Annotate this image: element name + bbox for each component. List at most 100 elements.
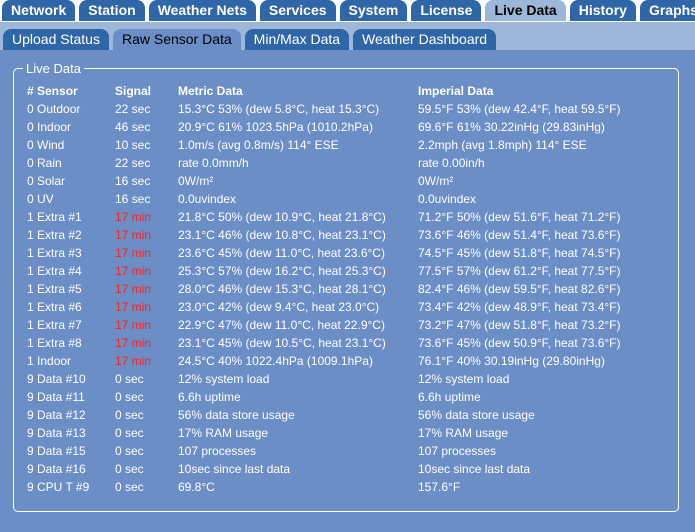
table-row: 0 Wind 10 sec 1.0m/s (avg 0.8m/s) 114° ESE…	[27, 136, 648, 154]
signal-cell: 17 min	[115, 228, 152, 242]
table-row: 0 Outdoor 22 sec 15.3°C 53% (dew 5.8°C, he…	[27, 100, 648, 118]
signal-cell: 46 sec	[115, 120, 151, 134]
imperial-cell: 73.2°F 47% (dew 51.8°F, heat 73.2°F)	[418, 318, 621, 332]
tab-live-data[interactable]: Live Data	[485, 0, 566, 21]
signal-cell: 17 min	[115, 264, 152, 278]
imperial-cell: 2.2mph (avg 1.8mph) 114° ESE	[418, 138, 587, 152]
imperial-cell: 107 processes	[418, 444, 497, 458]
sensor-cell: 1 Extra #5	[27, 282, 82, 296]
metric-cell: 23.6°C 45% (dew 11.0°C, heat 23.6°C)	[178, 246, 385, 260]
table-row: 9 CPU T #9 0 sec 69.8°C 157.6°F	[27, 478, 648, 496]
metric-cell: 23.1°C 46% (dew 10.8°C, heat 23.1°C)	[178, 228, 386, 242]
table-row: 9 Data #15 0 sec 107 processes 107 processe…	[27, 442, 648, 460]
imperial-cell: 73.6°F 46% (dew 51.4°F, heat 73.6°F)	[418, 228, 621, 242]
table-row: 0 Solar 16 sec 0W/m² 0W/m²	[27, 172, 648, 190]
sub-tab-bar: Upload Status Raw Sensor Data Min/Max Data…	[0, 22, 695, 50]
table-row: 9 Data #10 0 sec 12% system load 12% system…	[27, 370, 648, 388]
sensor-cell: 1 Extra #6	[27, 300, 82, 314]
imperial-cell: 10sec since last data	[418, 462, 531, 476]
imperial-cell: 77.5°F 57% (dew 61.2°F, heat 77.5°F)	[418, 264, 621, 278]
sensor-cell: 0 Solar	[27, 174, 66, 188]
sensor-cell: 1 Indoor	[27, 354, 72, 368]
metric-cell: 107 processes	[178, 444, 257, 458]
main-tab-bar: Network Station Weather Nets Services System…	[0, 0, 695, 22]
signal-cell: 17 min	[115, 354, 152, 368]
metric-cell: 23.1°C 45% (dew 10.5°C, heat 23.1°C)	[178, 336, 386, 350]
sensor-cell: 0 Outdoor	[27, 102, 81, 116]
metric-cell: 23.0°C 42% (dew 9.4°C, heat 23.0°C)	[178, 300, 380, 314]
metric-cell: 20.9°C 61% 1023.5hPa (1010.2hPa)	[178, 120, 373, 134]
table-row: 1 Extra #6 17 min 23.0°C 42% (dew 9.4°C, h…	[27, 298, 648, 316]
tab-history[interactable]: History	[569, 0, 636, 21]
metric-cell: 0.0uvindex	[178, 192, 237, 206]
imperial-cell: 71.2°F 50% (dew 51.6°F, heat 71.2°F)	[418, 210, 621, 224]
sensor-cell: 0 UV	[27, 192, 54, 206]
imperial-cell: 0.0uvindex	[418, 192, 477, 206]
tab-system[interactable]: System	[339, 0, 408, 21]
signal-cell: 16 sec	[115, 174, 151, 188]
sensor-cell: 9 Data #12	[27, 408, 86, 422]
table-row: 1 Extra #1 17 min 21.8°C 50% (dew 10.9°C, …	[27, 208, 648, 226]
sensor-cell: 1 Extra #3	[27, 246, 82, 260]
tab-station[interactable]: Station	[79, 0, 145, 21]
imperial-cell: 74.5°F 45% (dew 51.8°F, heat 74.5°F)	[418, 246, 621, 260]
sensor-cell: 1 Extra #1	[27, 210, 82, 224]
table-row: 1 Indoor 17 min 24.5°C 40% 1022.4hPa (1009…	[27, 352, 648, 370]
table-row: 1 Extra #4 17 min 25.3°C 57% (dew 16.2°C, …	[27, 262, 648, 280]
imperial-cell: 76.1°F 40% 30.19inHg (29.80inHg)	[418, 354, 605, 368]
subtab-min-max-data[interactable]: Min/Max Data	[244, 29, 350, 50]
tab-network[interactable]: Network	[2, 0, 76, 21]
metric-cell: 1.0m/s (avg 0.8m/s) 114° ESE	[178, 138, 339, 152]
sensor-cell: 9 Data #13	[27, 426, 86, 440]
imperial-cell: 56% data store usage	[418, 408, 535, 422]
signal-cell: 17 min	[115, 318, 152, 332]
metric-cell: 24.5°C 40% 1022.4hPa (1009.1hPa)	[178, 354, 373, 368]
table-row: 1 Extra #7 17 min 22.9°C 47% (dew 11.0°C, …	[27, 316, 648, 334]
metric-cell: 25.3°C 57% (dew 16.2°C, heat 25.3°C)	[178, 264, 386, 278]
imperial-cell: rate 0.00in/h	[418, 156, 485, 170]
sensor-cell: 9 Data #16	[27, 462, 86, 476]
metric-cell: 15.3°C 53% (dew 5.8°C, heat 15.3°C)	[178, 102, 380, 116]
table-row: 9 Data #12 0 sec 56% data store usage 56% d…	[27, 406, 648, 424]
sub-tabs: Upload Status Raw Sensor Data Min/Max Data…	[3, 29, 497, 50]
sensor-cell: 1 Extra #2	[27, 228, 82, 242]
table-row: 0 Rain 22 sec rate 0.0mm/h rate 0.00in/h	[27, 154, 648, 172]
imperial-cell: 73.4°F 42% (dew 48.9°F, heat 73.4°F)	[418, 300, 621, 314]
table-row: 1 Extra #5 17 min 28.0°C 46% (dew 15.3°C, …	[27, 280, 648, 298]
subtab-weather-dashboard[interactable]: Weather Dashboard	[353, 29, 497, 50]
metric-cell: 10sec since last data	[178, 462, 291, 476]
metric-cell: 0W/m²	[178, 174, 214, 188]
metric-cell: 56% data store usage	[178, 408, 295, 422]
signal-cell: 17 min	[115, 282, 152, 296]
header-metric: Metric Data	[178, 84, 243, 98]
table-row: 1 Extra #2 17 min 23.1°C 46% (dew 10.8°C, …	[27, 226, 648, 244]
imperial-cell: 82.4°F 46% (dew 59.5°F, heat 82.6°F)	[418, 282, 621, 296]
imperial-cell: 59.5°F 53% (dew 42.4°F, heat 59.5°F)	[418, 102, 621, 116]
metric-cell: 6.6h uptime	[178, 390, 241, 404]
tab-weather-nets[interactable]: Weather Nets	[148, 0, 256, 21]
signal-cell: 0 sec	[115, 372, 144, 386]
imperial-cell: 69.6°F 61% 30.22inHg (29.83inHg)	[418, 120, 605, 134]
table-row: 9 Data #16 0 sec 10sec since last data 10se…	[27, 460, 648, 478]
signal-cell: 0 sec	[115, 408, 144, 422]
signal-cell: 22 sec	[115, 156, 151, 170]
sensor-cell: 9 Data #10	[27, 372, 86, 386]
signal-cell: 0 sec	[115, 444, 144, 458]
subtab-raw-sensor-data[interactable]: Raw Sensor Data	[112, 29, 241, 50]
metric-cell: 12% system load	[178, 372, 270, 386]
sensor-cell: 1 Extra #8	[27, 336, 82, 350]
tab-graphs[interactable]: Graphs	[639, 0, 695, 21]
imperial-cell: 6.6h uptime	[418, 390, 481, 404]
tab-license[interactable]: License	[411, 0, 482, 21]
table-row: 9 Data #13 0 sec 17% RAM usage 17% RAM usag…	[27, 424, 648, 442]
signal-cell: 0 sec	[115, 480, 144, 494]
header-sensor: # Sensor	[27, 84, 78, 98]
sensor-cell: 0 Indoor	[27, 120, 72, 134]
live-data-panel: Live Data # Sensor Signal Metric Data Im…	[13, 61, 679, 512]
signal-cell: 0 sec	[115, 390, 144, 404]
tab-services[interactable]: Services	[259, 0, 336, 21]
subtab-upload-status[interactable]: Upload Status	[3, 29, 109, 50]
sensor-cell: 0 Wind	[27, 138, 65, 152]
signal-cell: 22 sec	[115, 102, 151, 116]
sensor-cell: 9 Data #15	[27, 444, 86, 458]
